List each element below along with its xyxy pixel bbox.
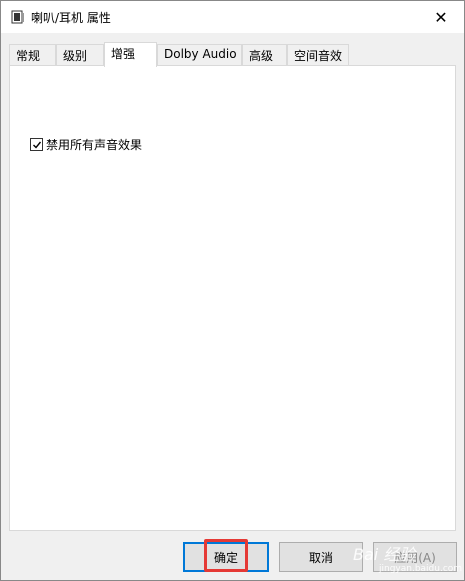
disable-all-effects-checkbox[interactable] [30, 138, 43, 151]
tab-general[interactable]: 常规 [9, 44, 56, 65]
enhancements-panel: 禁用所有声音效果 [9, 65, 456, 531]
tab-enhancements[interactable]: 增强 [104, 42, 157, 67]
close-icon: ✕ [434, 7, 448, 27]
checkmark-icon [32, 141, 41, 149]
disable-all-effects-label: 禁用所有声音效果 [46, 138, 143, 152]
tab-spatial-sound[interactable]: 空间音效 [287, 44, 349, 65]
watermark-logo: Bai 经验 [353, 545, 416, 564]
disable-all-effects-option[interactable]: 禁用所有声音效果 [30, 136, 142, 153]
watermark-url: jingyan.baidu.com [379, 564, 463, 574]
ok-button[interactable]: 确定 [183, 542, 269, 572]
close-button[interactable]: ✕ [418, 1, 464, 33]
window-title: 喇叭/耳机 属性 [31, 11, 111, 25]
tab-levels[interactable]: 级别 [56, 44, 104, 65]
properties-dialog: 喇叭/耳机 属性 ✕ 常规 级别 增强 Dolby Audio 高级 空间音效 … [0, 0, 465, 581]
tab-advanced[interactable]: 高级 [242, 44, 287, 65]
tab-dolby-audio[interactable]: Dolby Audio [157, 44, 242, 65]
title-bar[interactable]: 喇叭/耳机 属性 ✕ [1, 1, 464, 33]
cancel-button[interactable]: 取消 [279, 542, 363, 572]
speaker-icon [11, 10, 25, 24]
